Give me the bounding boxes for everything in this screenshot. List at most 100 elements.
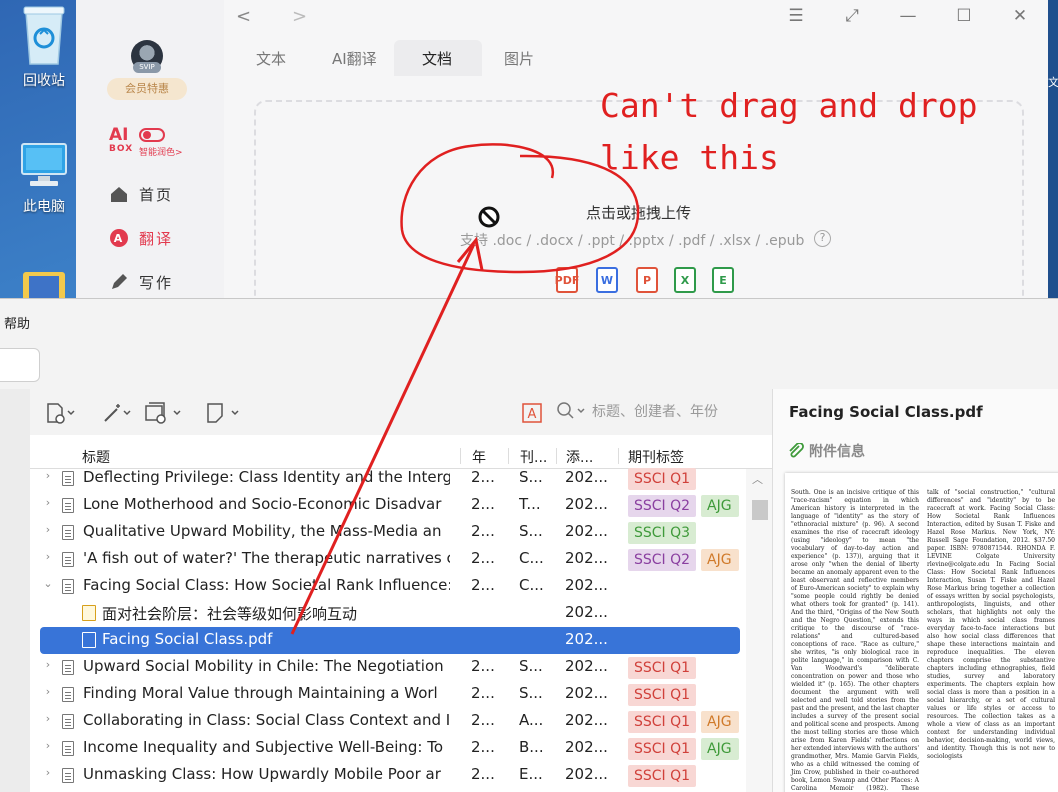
chevron-right-icon[interactable]: › — [42, 496, 54, 509]
row-title: 面对社会阶层：社会等级如何影响互动 — [102, 605, 358, 623]
journal-tag-badge: SSCI Q1 — [628, 684, 697, 706]
table-row-selected[interactable]: Facing Social Class.pdf 202... — [40, 627, 740, 654]
item-search-input[interactable]: 标题、创建者、年份 — [556, 395, 764, 427]
row-year: 2... — [471, 549, 495, 567]
svg-text:A: A — [528, 407, 537, 422]
scroll-up-icon[interactable]: ︿ — [752, 471, 763, 487]
row-added: 202... — [565, 549, 608, 567]
row-pub: E... — [519, 765, 543, 783]
item-pane: Facing Social Class.pdf 附件信息 South. One … — [772, 389, 1058, 792]
nav-item-write[interactable]: 写作 — [109, 270, 173, 294]
menu-help[interactable]: 帮助 — [4, 313, 30, 332]
desktop-icon-label: 此电脑 — [23, 199, 65, 215]
items-table: 标题 年 刊... 添... 期刊标签 › Deflecting Privileg… — [30, 435, 772, 792]
table-row[interactable]: › Deflecting Privilege: Class Identity an… — [30, 465, 772, 492]
tab-document[interactable]: 文档 — [422, 48, 452, 69]
restore-window-icon[interactable]: ⤢ — [840, 6, 864, 26]
row-title: Facing Social Class.pdf — [102, 630, 273, 648]
magic-wand-icon — [104, 404, 131, 422]
row-added: 202... — [565, 522, 608, 540]
translator-main: < > ☰ ⤢ — ☐ ✕ 文本 AI翻译 文档 图片 点击或拖拽上传 支持 .… — [224, 0, 1048, 310]
row-title: 'A fish out of water?' The therapeutic n… — [83, 549, 450, 567]
add-by-identifier-button[interactable] — [102, 401, 132, 425]
column-header-date-added[interactable]: 添... — [566, 447, 593, 467]
row-pub: S... — [519, 657, 543, 675]
column-header-title[interactable]: 标题 — [82, 447, 110, 467]
chevron-right-icon[interactable]: › — [42, 658, 54, 671]
home-icon — [109, 184, 129, 204]
table-row[interactable]: 面对社会阶层：社会等级如何影响互动 202... — [30, 600, 772, 627]
table-row[interactable]: › Income Inequality and Subjective Well-B… — [30, 735, 772, 762]
row-title: Qualitative Upward Mobility, the Mass-Me… — [83, 522, 442, 540]
pdf-translate-button[interactable]: A — [522, 401, 542, 425]
scrollbar-thumb[interactable] — [752, 500, 768, 520]
table-row[interactable]: › Qualitative Upward Mobility, the Mass-M… — [30, 519, 772, 546]
chevron-right-icon[interactable]: › — [42, 685, 54, 698]
search-icon — [557, 402, 585, 419]
translate-a-icon: A — [522, 403, 542, 423]
row-year: 2... — [471, 684, 495, 702]
maximize-icon[interactable]: ☐ — [952, 6, 976, 26]
document-icon — [62, 579, 74, 594]
chevron-right-icon[interactable]: › — [42, 469, 54, 482]
member-offer-button[interactable]: 会员特惠 — [107, 78, 187, 100]
tab-ai-translate[interactable]: AI翻译 — [332, 48, 377, 69]
row-added: 202... — [565, 738, 608, 756]
table-row[interactable]: ⌄ Facing Social Class: How Societal Rank … — [30, 573, 772, 600]
attachment-info-section[interactable]: 附件信息 — [787, 441, 865, 461]
new-collection-button[interactable] — [144, 401, 184, 425]
attachment-title: Facing Social Class.pdf — [789, 403, 983, 421]
nav-item-translate[interactable]: A 翻译 — [109, 226, 173, 250]
journal-tag-badge: SSCI Q1 — [628, 657, 697, 679]
new-note-button[interactable] — [206, 401, 246, 425]
table-row[interactable]: › 'A fish out of water?' The therapeutic … — [30, 546, 772, 573]
new-item-button[interactable] — [46, 401, 76, 425]
table-row[interactable]: › Collaborating in Class: Social Class Co… — [30, 708, 772, 735]
document-icon — [62, 660, 74, 675]
recycle-bin-icon — [23, 6, 65, 65]
row-added: 202... — [565, 711, 608, 729]
column-header-publication[interactable]: 刊... — [520, 447, 547, 467]
journal-tag-badge: SSCI Q2 — [628, 549, 697, 571]
table-row[interactable]: › Finding Moral Value through Maintaining… — [30, 681, 772, 708]
chevron-right-icon[interactable]: › — [42, 550, 54, 563]
chevron-right-icon[interactable]: › — [42, 523, 54, 536]
row-added: 202... — [565, 765, 608, 783]
ai-box-button[interactable]: AI BOX 智能润色> — [109, 125, 219, 159]
desktop-icon-recycle-bin[interactable]: 回收站 — [8, 4, 80, 90]
forward-arrow-icon[interactable]: > — [292, 6, 307, 27]
table-row[interactable]: › Unmasking Class: How Upwardly Mobile Po… — [30, 762, 772, 789]
table-row[interactable]: › Upward Social Mobility in Chile: The Ne… — [30, 654, 772, 681]
document-icon — [62, 471, 74, 486]
row-year: 2... — [471, 711, 495, 729]
chevron-right-icon[interactable]: › — [42, 766, 54, 779]
collection-search-box[interactable] — [0, 348, 40, 382]
help-icon[interactable]: ? — [814, 230, 831, 247]
column-header-year[interactable]: 年 — [472, 447, 486, 467]
close-icon[interactable]: ✕ — [1008, 6, 1032, 26]
back-arrow-icon[interactable]: < — [236, 6, 251, 27]
row-added: 202... — [565, 657, 608, 675]
row-title: Facing Social Class: How Societal Rank I… — [83, 576, 450, 594]
translator-sidebar: SVIP 会员特惠 AI BOX 智能润色> 首页 A 翻译 写作 — [76, 0, 224, 300]
chevron-right-icon[interactable]: › — [42, 712, 54, 725]
desktop-icon-app[interactable] — [8, 270, 80, 300]
chevron-right-icon[interactable]: › — [42, 739, 54, 752]
table-row[interactable]: › Lone Motherhood and Socio-Economic Disa… — [30, 492, 772, 519]
menu-icon[interactable]: ☰ — [784, 6, 808, 26]
row-pub: S... — [519, 468, 543, 486]
tab-text[interactable]: 文本 — [256, 48, 286, 69]
journal-tag-badge: SSCI Q1 — [628, 468, 697, 490]
chevron-down-icon[interactable]: ⌄ — [42, 577, 54, 590]
note-icon — [82, 605, 96, 621]
journal-tag-badge: AJG — [701, 549, 739, 571]
pdf-preview[interactable]: South. One is an incisive critique of th… — [785, 473, 1058, 792]
desktop-icon-this-pc[interactable]: 此电脑 — [8, 140, 80, 216]
ai-toggle-icon — [139, 128, 165, 142]
nav-item-home[interactable]: 首页 — [109, 182, 173, 206]
minimize-icon[interactable]: — — [896, 6, 920, 26]
nav-item-label: 首页 — [139, 185, 174, 204]
column-header-journal-tags[interactable]: 期刊标签 — [628, 447, 684, 467]
new-item-icon — [47, 403, 75, 424]
tab-image[interactable]: 图片 — [504, 48, 534, 69]
